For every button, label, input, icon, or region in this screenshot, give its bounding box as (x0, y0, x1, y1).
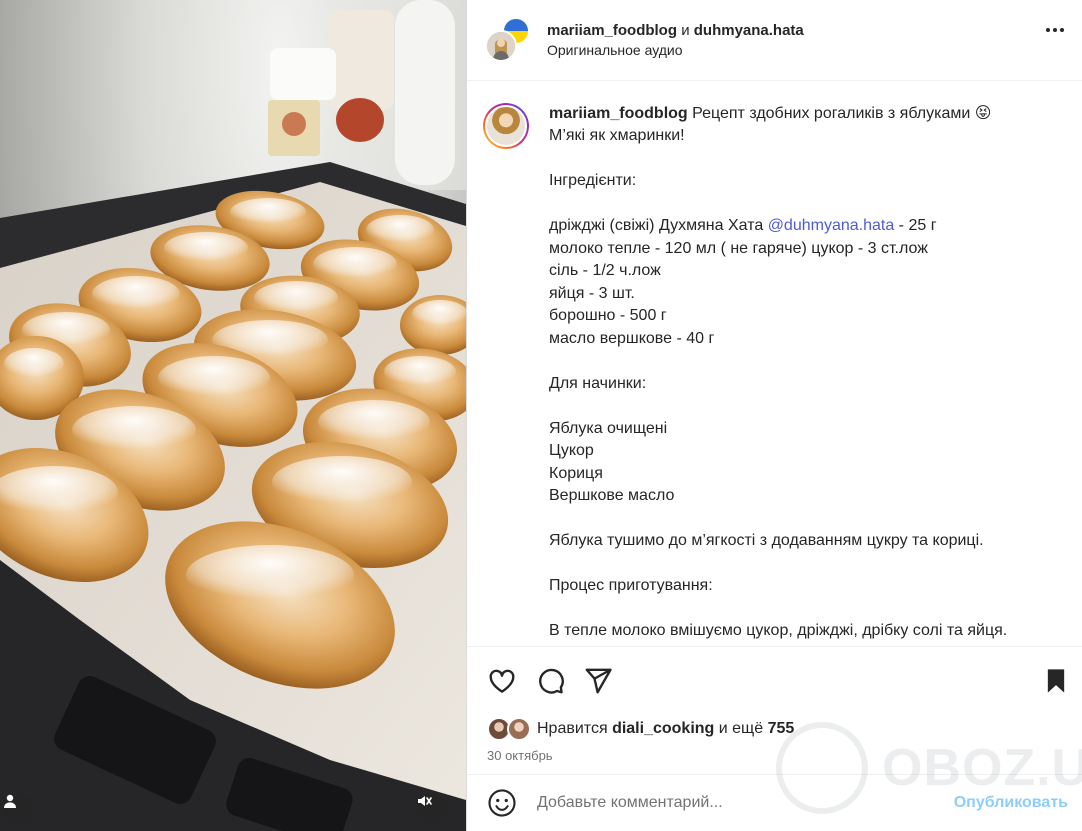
filling-item: Цукор (549, 442, 594, 460)
post-actions: Нравится diali_cooking и ещё 755 30 октя… (467, 646, 1082, 831)
comment-input[interactable] (537, 794, 954, 812)
liker-username[interactable]: diali_cooking (612, 720, 714, 737)
ingredient-butter: масло вершкове - 40 г (549, 329, 715, 347)
author-link-duhmyana[interactable]: duhmyana.hata (694, 22, 804, 39)
caption-emoji: 😝 (974, 104, 992, 122)
caption-line: М’які як хмаринки! (549, 127, 685, 145)
collab-avatars[interactable] (485, 15, 531, 62)
ingredient-milk: молоко тепле - 120 мл ( не гаряче) цукор… (549, 239, 928, 257)
more-options-button[interactable] (1046, 28, 1064, 32)
more-icon (1046, 28, 1050, 32)
emoji-button[interactable] (487, 788, 521, 818)
mention-link[interactable]: @duhmyana.hata (768, 217, 895, 234)
caption-username[interactable]: mariiam_foodblog (549, 105, 688, 122)
mute-button[interactable] (416, 793, 448, 825)
heart-icon[interactable] (487, 666, 517, 696)
filling-item: Вершкове масло (549, 487, 675, 505)
filling-item: Яблука очищені (549, 419, 668, 437)
ingredient-eggs: яйця - 3 шт. (549, 284, 635, 302)
filling-item: Кориця (549, 464, 603, 482)
likes-row: Нравится diali_cooking и ещё 755 (467, 714, 1082, 744)
liker-avatars[interactable] (487, 715, 537, 743)
caption-title: Рецепт здобних рогаликів з яблуками (692, 104, 971, 122)
post-photo[interactable] (0, 0, 466, 831)
likes-middle: и ещё (718, 720, 764, 737)
emoji-icon (488, 789, 516, 817)
ingredient-yeast: дріжджі (свіжі) Духмяна Хата @duhmyana.h… (549, 217, 937, 235)
process-heading: Процес приготування: (549, 577, 713, 595)
user-tag-button[interactable] (2, 793, 34, 825)
ingredient-flour: борошно - 500 г (549, 307, 667, 325)
process-step: В тепле молоко вмішуємо цукор, дріжджі, … (549, 622, 1008, 640)
ingredients-heading: Інгредієнти: (549, 172, 637, 190)
action-icons-row (467, 647, 1082, 714)
bookmark-icon[interactable] (1042, 666, 1070, 696)
ingredient-salt: сіль - 1/2 ч.лож (549, 262, 661, 280)
filling-instructions: Яблука тушимо до м’ягкості з додаванням … (549, 532, 984, 550)
share-icon[interactable] (583, 666, 613, 696)
post-authors: mariiam_foodblog и duhmyana.hata (547, 22, 804, 39)
likes-prefix: Нравится (537, 720, 608, 737)
original-audio-link[interactable]: Оригинальное аудио (547, 42, 804, 58)
caption-scroll-area[interactable]: mariiam_foodblog Рецепт здобних рогаликі… (467, 81, 1082, 646)
comment-form: Опубликовать (467, 774, 1082, 831)
likes-count[interactable]: 755 (768, 720, 795, 737)
instagram-post: mariiam_foodblog и duhmyana.hata Оригина… (0, 0, 1082, 831)
authors-conjunction: и (681, 21, 690, 39)
mute-icon (418, 796, 432, 806)
post-date[interactable]: 30 октябрь (467, 744, 1082, 774)
croissant-photo (0, 0, 466, 831)
post-side-panel: mariiam_foodblog и duhmyana.hata Оригина… (466, 0, 1082, 831)
comment-icon[interactable] (535, 666, 565, 696)
avatar-mariiam (485, 29, 517, 62)
caption-text: mariiam_foodblog Рецепт здобних рогаликі… (549, 103, 1007, 646)
caption-avatar[interactable] (483, 102, 529, 149)
user-tag-icon (4, 794, 16, 808)
likes-summary: Нравится diali_cooking и ещё 755 (537, 720, 794, 738)
author-link-mariiam[interactable]: mariiam_foodblog (547, 22, 677, 39)
post-header: mariiam_foodblog и duhmyana.hata Оригина… (467, 0, 1082, 81)
filling-heading: Для начинки: (549, 374, 647, 392)
avatar (507, 717, 531, 741)
publish-button[interactable]: Опубликовать (954, 794, 1068, 812)
